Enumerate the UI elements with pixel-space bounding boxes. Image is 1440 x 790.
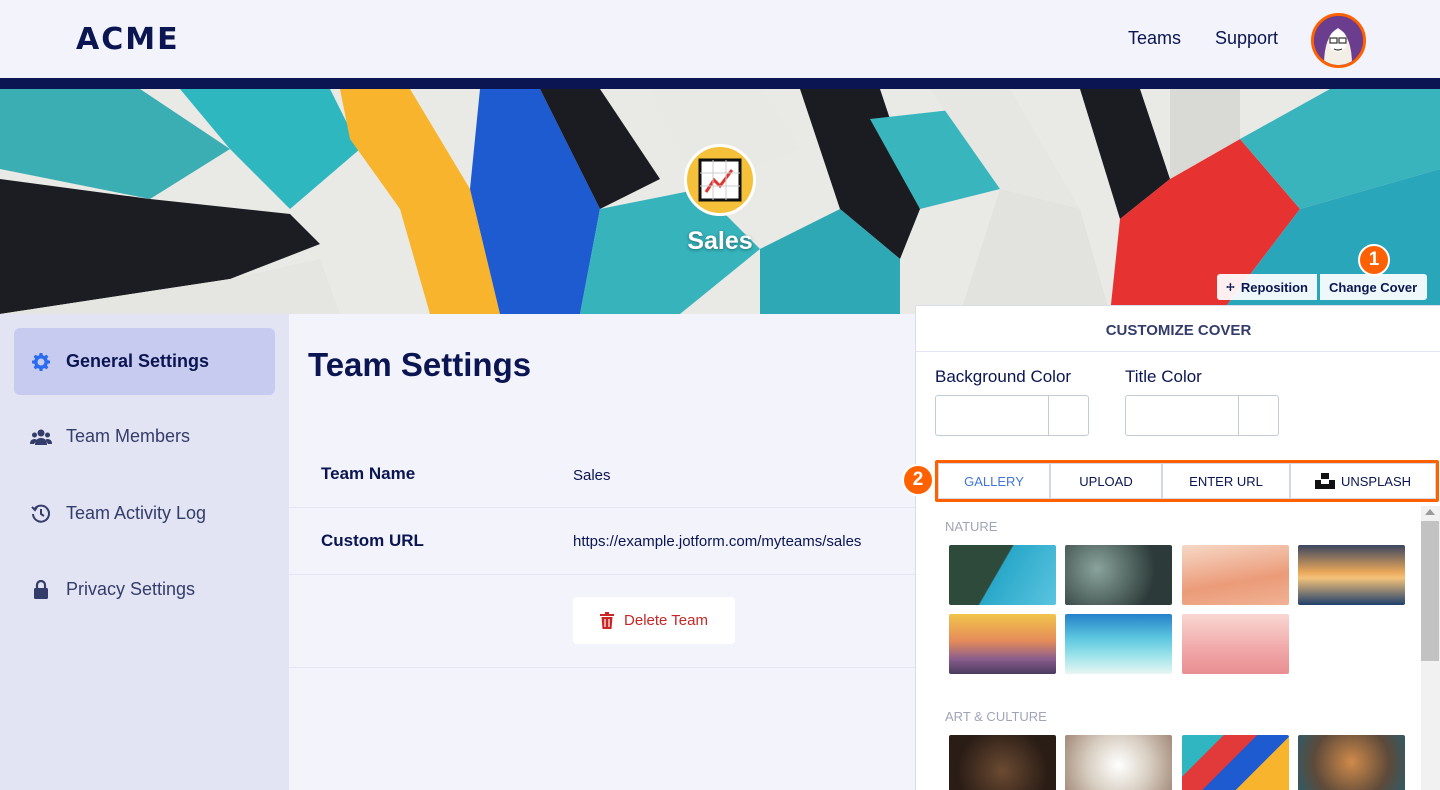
user-avatar[interactable]	[1311, 13, 1366, 68]
cover-source-tabs: GALLERY UPLOAD ENTER URL UNSPLASH	[935, 460, 1439, 502]
history-icon	[30, 503, 52, 525]
acme-logo[interactable]: ACME	[76, 22, 180, 57]
gallery-thumb-art-2[interactable]	[1065, 735, 1172, 790]
chart-icon	[698, 158, 742, 202]
users-icon	[30, 426, 52, 448]
sidebar-item-general-settings[interactable]: General Settings	[14, 328, 275, 395]
move-icon	[1226, 282, 1235, 292]
title-color-label: Title Color	[1125, 367, 1202, 386]
step-badge-2: 2	[902, 464, 934, 496]
section-label-nature: NATURE	[945, 519, 998, 534]
gallery-thumb-nature-7[interactable]	[1182, 614, 1289, 674]
delete-team-label: Delete Team	[624, 612, 708, 629]
team-name-value[interactable]: Sales	[573, 467, 611, 484]
scroll-up-arrow-icon[interactable]	[1425, 509, 1435, 515]
nav-support-link[interactable]: Support	[1215, 28, 1278, 49]
gear-icon	[30, 351, 52, 373]
header-divider	[0, 78, 1440, 89]
gallery-thumb-nature-6[interactable]	[1065, 614, 1172, 674]
tab-gallery[interactable]: GALLERY	[938, 463, 1050, 499]
gallery-thumb-nature-5[interactable]	[949, 614, 1056, 674]
change-cover-label: Change Cover	[1329, 279, 1418, 295]
tab-unsplash[interactable]: UNSPLASH	[1290, 463, 1436, 499]
unsplash-icon	[1314, 473, 1335, 489]
step-badge-1: 1	[1358, 244, 1390, 276]
team-logo-chart-icon[interactable]	[684, 144, 756, 216]
lock-icon	[30, 579, 52, 601]
sidebar-item-privacy-settings[interactable]: Privacy Settings	[14, 556, 275, 623]
team-name-row: Team Name Sales	[289, 441, 915, 508]
customize-cover-panel: CUSTOMIZE COVER Background Color Title C…	[915, 305, 1440, 790]
tab-unsplash-label: UNSPLASH	[1340, 473, 1412, 489]
custom-url-label: Custom URL	[321, 531, 424, 550]
page-title: Team Settings	[308, 346, 532, 383]
sidebar-item-label: General Settings	[66, 351, 210, 371]
color-swatch-divider	[1238, 396, 1239, 435]
gallery-thumb-nature-1[interactable]	[949, 545, 1056, 605]
change-cover-button[interactable]: Change Cover	[1320, 274, 1427, 300]
sidebar-item-team-members[interactable]: Team Members	[14, 403, 275, 470]
gallery-thumb-nature-3[interactable]	[1182, 545, 1289, 605]
color-swatch-divider	[1048, 396, 1049, 435]
background-color-picker[interactable]	[935, 395, 1089, 436]
team-name-label: Team Name	[321, 464, 416, 483]
trash-icon	[600, 612, 615, 629]
reposition-label: Reposition	[1240, 279, 1308, 295]
gallery-thumb-nature-2[interactable]	[1065, 545, 1172, 605]
avatar-illustration	[1314, 16, 1363, 65]
panel-title: CUSTOMIZE COVER	[916, 306, 1440, 352]
sidebar-item-team-activity-log[interactable]: Team Activity Log	[14, 480, 275, 547]
custom-url-value[interactable]: https://example.jotform.com/myteams/sale…	[573, 533, 861, 550]
team-title: Sales	[687, 227, 753, 255]
sidebar-item-label: Team Members	[66, 426, 191, 446]
section-label-art-culture: ART & CULTURE	[945, 709, 1047, 724]
custom-url-row: Custom URL https://example.jotform.com/m…	[289, 508, 915, 575]
gallery-scrollbar-thumb[interactable]	[1421, 521, 1439, 661]
main-content: Team Settings Team Name Sales Custom URL…	[289, 314, 915, 790]
tab-upload[interactable]: UPLOAD	[1050, 463, 1162, 499]
cover-gallery: NATURE ART & CULTURE	[935, 506, 1417, 790]
gallery-thumb-art-4[interactable]	[1298, 735, 1405, 790]
top-navbar: ACME Teams Support	[0, 0, 1440, 78]
delete-team-button[interactable]: Delete Team	[573, 597, 735, 644]
background-color-label: Background Color	[935, 367, 1072, 386]
gallery-thumb-nature-4[interactable]	[1298, 545, 1405, 605]
tab-enter-url[interactable]: ENTER URL	[1162, 463, 1290, 499]
sidebar: General Settings Team Members Team Activ…	[0, 314, 289, 790]
sidebar-item-label: Team Activity Log	[66, 503, 207, 523]
reposition-button[interactable]: Reposition	[1217, 274, 1317, 300]
gallery-thumb-art-1[interactable]	[949, 735, 1056, 790]
sidebar-item-label: Privacy Settings	[66, 579, 196, 599]
gallery-thumb-art-3[interactable]	[1182, 735, 1289, 790]
nav-teams-link[interactable]: Teams	[1128, 28, 1181, 49]
title-color-picker[interactable]	[1125, 395, 1279, 436]
team-cover: Sales Reposition Change Cover	[0, 89, 1440, 314]
